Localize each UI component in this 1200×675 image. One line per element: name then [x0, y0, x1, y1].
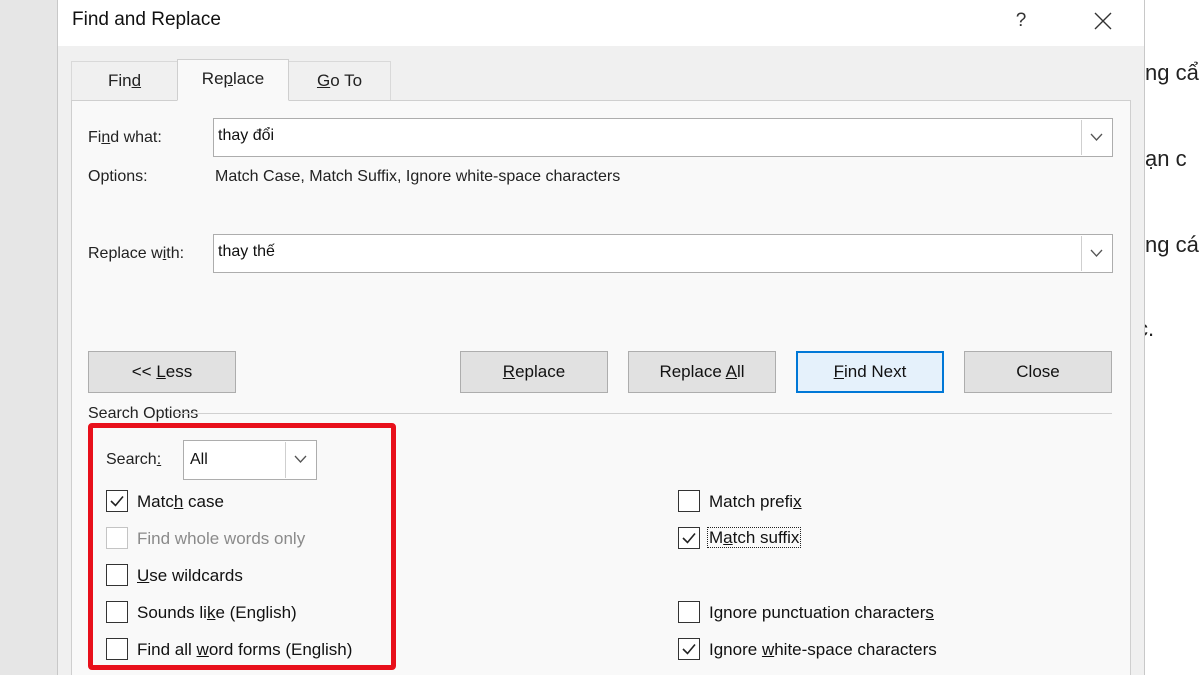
- replace-with-label: Replace with:: [88, 245, 185, 262]
- match-prefix-label: Match prefix: [709, 492, 802, 511]
- find-all-word-forms-checkbox[interactable]: [106, 638, 128, 660]
- find-what-combo[interactable]: thay đổi: [213, 118, 1113, 157]
- options-value: Match Case, Match Suffix, Ignore white-s…: [215, 168, 621, 185]
- find-what-label: Find what:: [88, 129, 162, 146]
- search-label: Search:: [106, 451, 162, 468]
- ignore-whitespace-label: Ignore white-space characters: [709, 640, 937, 659]
- doc-text-line: ng cẩ: [1145, 60, 1199, 85]
- use-wildcards-checkbox[interactable]: [106, 564, 128, 586]
- ignore-punctuation-checkbox[interactable]: [678, 601, 700, 623]
- search-direction-value: All: [190, 451, 208, 468]
- match-suffix-label: Match suffix: [707, 527, 802, 548]
- search-direction-select[interactable]: All: [183, 440, 317, 480]
- find-what-input[interactable]: thay đổi: [218, 127, 274, 145]
- search-options-divider: [175, 413, 1112, 414]
- sounds-like-label: Sounds like (English): [137, 603, 297, 622]
- chevron-down-icon[interactable]: [1081, 120, 1111, 155]
- doc-text-line: c.: [1145, 316, 1155, 341]
- match-suffix-checkbox[interactable]: [678, 527, 700, 549]
- close-icon[interactable]: [1088, 6, 1118, 36]
- find-all-word-forms-label: Find all word forms (English): [137, 640, 353, 659]
- ignore-punctuation-label: Ignore punctuation characters: [709, 603, 934, 622]
- dialog-title: Find and Replace: [72, 9, 221, 30]
- use-wildcards-label: Use wildcards: [137, 566, 243, 585]
- doc-text-line: ạn c: [1145, 146, 1187, 171]
- sounds-like-checkbox[interactable]: [106, 601, 128, 623]
- match-case-checkbox[interactable]: [106, 490, 128, 512]
- ignore-whitespace-checkbox[interactable]: [678, 638, 700, 660]
- tab-replace[interactable]: Replace: [177, 59, 289, 101]
- replace-with-combo[interactable]: thay thế: [213, 234, 1113, 273]
- replace-with-input[interactable]: thay thế: [218, 243, 275, 261]
- match-prefix-checkbox[interactable]: [678, 490, 700, 512]
- replace-all-button[interactable]: Replace All: [628, 351, 776, 393]
- chevron-down-icon[interactable]: [285, 442, 315, 478]
- options-label: Options:: [88, 168, 148, 185]
- close-button[interactable]: Close: [964, 351, 1112, 393]
- tab-goto[interactable]: Go To: [288, 61, 391, 100]
- doc-text-line: ng cá: [1145, 232, 1199, 257]
- tab-find[interactable]: Find: [71, 61, 178, 100]
- find-whole-words-checkbox[interactable]: [106, 527, 128, 549]
- help-button[interactable]: ?: [1006, 6, 1036, 36]
- document-background: ng cẩ ạn c ng cá c.: [1145, 0, 1200, 675]
- title-bar: Find and Replace ?: [58, 0, 1144, 46]
- find-whole-words-label: Find whole words only: [137, 529, 306, 548]
- chevron-down-icon[interactable]: [1081, 236, 1111, 271]
- match-case-label: Match case: [137, 492, 224, 511]
- find-next-button[interactable]: Find Next: [796, 351, 944, 393]
- app-background-left: [0, 0, 57, 675]
- less-button[interactable]: << Less: [88, 351, 236, 393]
- replace-button[interactable]: Replace: [460, 351, 608, 393]
- search-options-heading: Search Options: [88, 405, 199, 422]
